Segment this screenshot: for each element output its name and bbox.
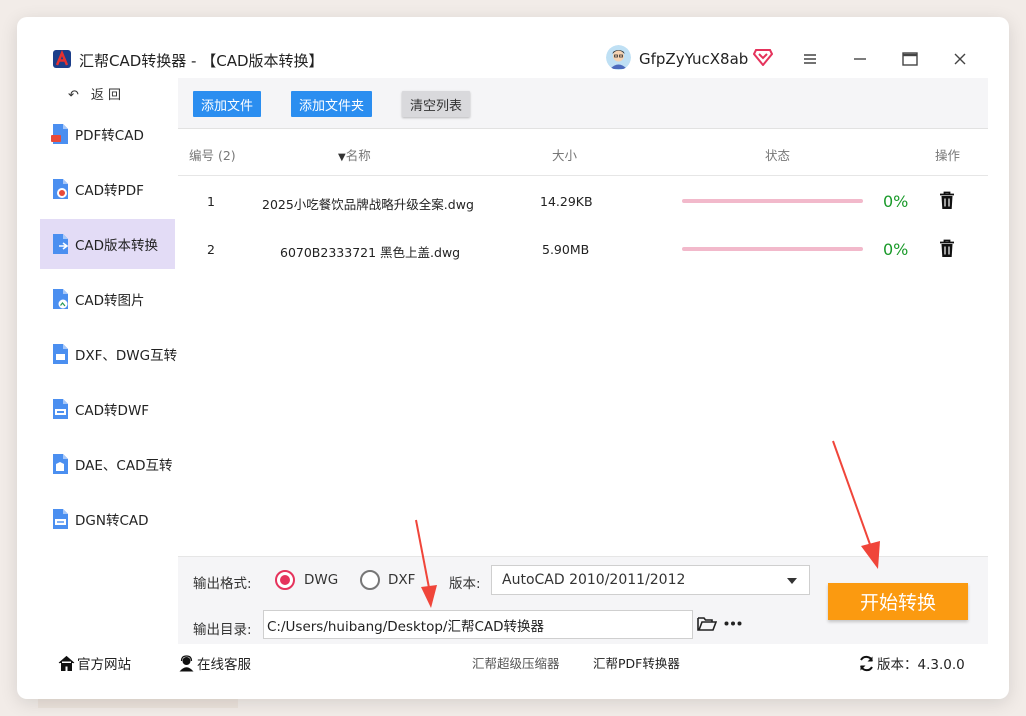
sidebar-item-cad-to-image[interactable]: CAD转图片 [40, 274, 175, 324]
support-link[interactable]: 在线客服 [178, 653, 251, 673]
table-row[interactable]: 1 2025小吃餐饮品牌战略升级全案.dwg 14.29KB 0% [178, 177, 988, 225]
cad-version-icon [53, 234, 69, 254]
annotation-arrow-icon [832, 440, 880, 569]
col-name[interactable]: ▼名称 [338, 145, 371, 164]
cad-to-image-icon [53, 289, 68, 309]
sidebar-item-cad-to-pdf[interactable]: CAD转PDF [40, 164, 175, 214]
sidebar-item-label: DAE、CAD互转 [75, 458, 173, 474]
sidebar-item-label: CAD转DWF [75, 403, 150, 419]
close-icon [954, 53, 966, 65]
sidebar-item-cad-version[interactable]: CAD版本转换 [40, 219, 175, 269]
format-option-dwg[interactable]: DWG [304, 572, 338, 588]
background-strip [38, 698, 238, 708]
refresh-icon [860, 655, 873, 671]
start-convert-button[interactable]: 开始转换 [828, 583, 968, 620]
row-filename: 2025小吃餐饮品牌战略升级全案.dwg [262, 197, 474, 212]
trash-icon[interactable] [939, 191, 955, 210]
avatar[interactable] [606, 45, 631, 70]
add-folder-button[interactable]: 添加文件夹 [291, 91, 372, 117]
sidebar-item-pdf-to-cad[interactable]: PDF转CAD [40, 109, 175, 159]
output-dir-input[interactable] [263, 610, 693, 639]
col-index[interactable]: 编号 (2) [189, 145, 236, 164]
sidebar-item-label: PDF转CAD [75, 128, 144, 144]
maximize-button[interactable] [900, 49, 920, 69]
col-status: 状态 [765, 148, 791, 163]
menu-button[interactable] [800, 49, 820, 69]
version-value: AutoCAD 2010/2011/2012 [502, 572, 686, 588]
website-label: 官方网站 [77, 657, 131, 673]
version-info[interactable]: 版本：4.3.0.0 [858, 653, 965, 673]
clear-list-button[interactable]: 清空列表 [402, 91, 470, 117]
app-logo-icon [53, 50, 71, 68]
sidebar-item-label: DXF、DWG互转 [75, 348, 178, 364]
version-label-text: 版本：4.3.0.0 [877, 657, 965, 673]
hamburger-icon [804, 54, 816, 64]
dgn-to-cad-icon [53, 509, 68, 529]
dxf-dwg-icon [53, 344, 68, 364]
file-table-header: 编号 (2) ▼名称 大小 状态 操作 [178, 130, 988, 176]
row-size: 14.29KB [540, 194, 593, 209]
home-icon [58, 655, 75, 671]
support-agent-icon [179, 654, 194, 671]
sidebar-item-label: CAD转图片 [75, 293, 145, 309]
row-index: 1 [207, 194, 215, 209]
vip-diamond-icon[interactable] [753, 48, 773, 66]
chevron-down-icon [787, 578, 797, 584]
footer: 官方网站 在线客服 汇帮超级压缩器 汇帮PDF转换器 版本：4.3.0.0 [40, 645, 988, 681]
back-label: 返 回 [90, 88, 122, 103]
progress-percent: 0% [883, 240, 909, 259]
col-action: 操作 [935, 148, 961, 163]
website-link[interactable]: 官方网站 [58, 653, 131, 673]
sidebar-item-cad-to-dwf[interactable]: CAD转DWF [40, 384, 175, 434]
title-bar: 汇帮CAD转换器 - 【CAD版本转换】 GfpZyYucX8ab [40, 40, 988, 78]
username[interactable]: GfpZyYucX8ab [639, 50, 748, 68]
sort-desc-icon: ▼ [338, 152, 346, 163]
version-select[interactable]: AutoCAD 2010/2011/2012 [491, 565, 810, 595]
minimize-button[interactable] [850, 49, 870, 69]
maximize-icon [902, 52, 918, 66]
pdf-to-cad-icon [51, 124, 68, 144]
col-name-label: 名称 [345, 148, 371, 163]
sidebar-item-dgn-to-cad[interactable]: DGN转CAD [40, 494, 175, 544]
sidebar-item-label: CAD转PDF [75, 183, 144, 199]
cad-to-dwf-icon [53, 399, 68, 419]
more-icon[interactable] [724, 621, 742, 626]
avatar-icon [606, 45, 631, 70]
progress-percent: 0% [883, 192, 909, 211]
format-radio-dxf[interactable] [360, 570, 380, 590]
trash-icon[interactable] [939, 239, 955, 258]
row-filename: 6070B2333721 黑色上盖.dwg [280, 245, 461, 260]
row-size: 5.90MB [542, 242, 590, 257]
format-radio-dwg[interactable] [275, 570, 295, 590]
minimize-icon [854, 58, 866, 60]
progress-bar [682, 247, 863, 251]
add-file-button[interactable]: 添加文件 [193, 91, 261, 117]
pdf-converter-link[interactable]: 汇帮PDF转换器 [593, 653, 680, 672]
sidebar-item-dae-cad[interactable]: DAE、CAD互转 [40, 439, 175, 489]
sidebar-item-dxf-dwg[interactable]: DXF、DWG互转 [40, 329, 178, 379]
dir-label: 输出目录: [193, 622, 252, 638]
format-label: 输出格式: [193, 576, 252, 592]
row-index: 2 [207, 242, 215, 257]
annotation-arrow-icon [415, 519, 437, 608]
support-label: 在线客服 [197, 657, 251, 673]
sidebar-item-label: CAD版本转换 [75, 238, 159, 254]
progress-bar [682, 199, 863, 203]
cad-to-pdf-icon [53, 179, 68, 199]
window-title: 汇帮CAD转换器 - 【CAD版本转换】 [79, 52, 324, 70]
compressor-link[interactable]: 汇帮超级压缩器 [472, 653, 560, 672]
dae-cad-icon [53, 454, 68, 474]
col-size[interactable]: 大小 [552, 145, 577, 164]
back-button[interactable]: ↶ 返 回 [68, 84, 133, 103]
sidebar: ↶ 返 回 PDF转CAD CAD转PDF CAD版本转换 CAD转图片 DXF、… [40, 78, 177, 644]
back-arrow-icon: ↶ [68, 88, 79, 103]
sidebar-item-label: DGN转CAD [75, 513, 149, 529]
version-label: 版本: [449, 576, 481, 592]
toolbar: 添加文件 添加文件夹 清空列表 [178, 78, 988, 129]
folder-icon[interactable] [697, 615, 717, 632]
table-row[interactable]: 2 6070B2333721 黑色上盖.dwg 5.90MB 0% [178, 225, 988, 273]
close-button[interactable] [950, 49, 970, 69]
